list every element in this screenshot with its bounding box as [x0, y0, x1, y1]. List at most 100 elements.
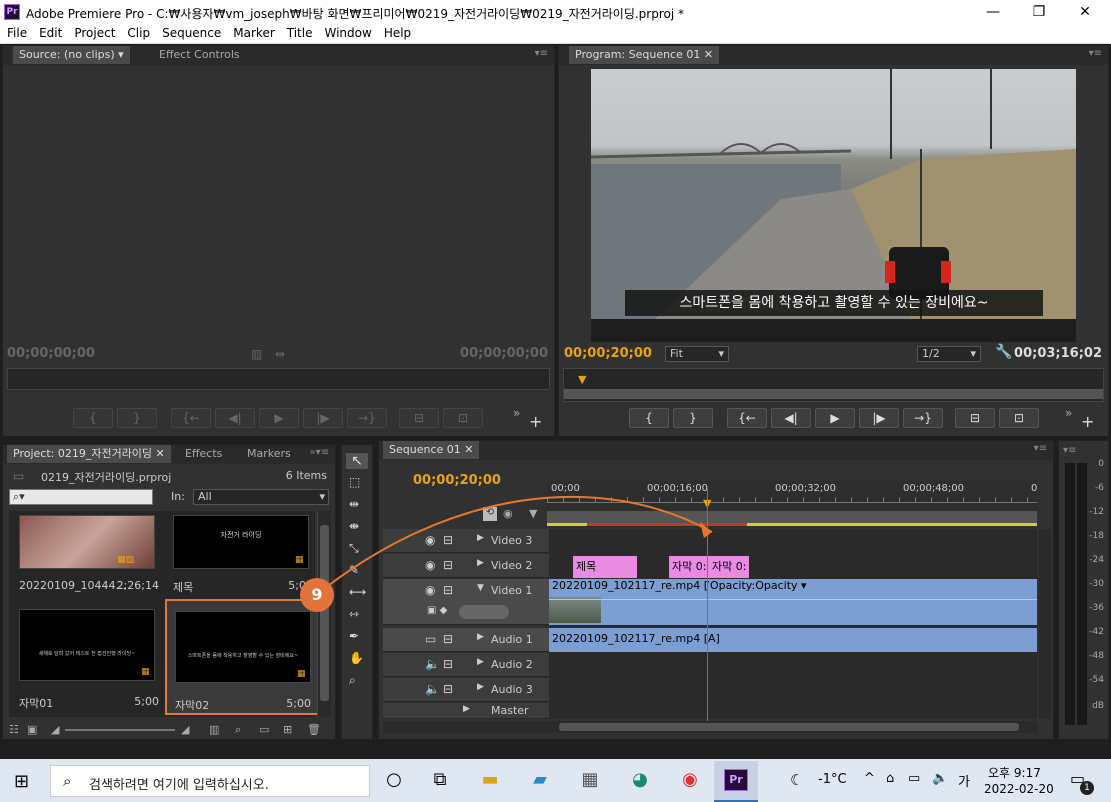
menu-window[interactable]: Window — [317, 24, 376, 40]
cortana-icon[interactable]: ○ — [378, 765, 410, 795]
hand-tool-icon[interactable]: ✋ — [349, 651, 364, 665]
calculator-icon[interactable]: ▦ — [574, 765, 606, 795]
trash-icon[interactable]: 🗑 — [307, 723, 321, 736]
ime-indicator[interactable]: 가 — [958, 771, 970, 790]
new-item-icon[interactable]: ⊞ — [283, 723, 292, 736]
tab-effect-controls[interactable]: Effect Controls — [153, 46, 246, 64]
thumbnail-size-slider[interactable] — [65, 729, 175, 731]
edge-icon[interactable]: ◕ — [624, 765, 656, 795]
file-explorer-icon[interactable]: ▬ — [474, 765, 506, 795]
zoom-select[interactable]: Fit ▾ — [665, 346, 729, 362]
menu-title[interactable]: Title — [280, 24, 318, 40]
play-button[interactable]: ▶ — [815, 408, 855, 428]
timeline-scrollbar[interactable] — [383, 721, 1037, 733]
lock-icon[interactable]: ⊟ — [443, 657, 453, 671]
source-scrub-bar[interactable] — [7, 368, 550, 390]
add-button-icon[interactable]: + — [1081, 412, 1094, 431]
expand-icon[interactable]: ▶ — [477, 657, 484, 667]
zoom-scroll-bar[interactable] — [564, 389, 1103, 399]
speaker-icon[interactable]: 🔈 — [425, 682, 440, 696]
mark-in-button[interactable]: { — [629, 408, 669, 428]
find-icon[interactable]: ⌕ — [235, 723, 241, 737]
program-scrub-bar[interactable]: ▼ — [563, 368, 1104, 402]
project-item[interactable]: ▦▧ 20220109_10444... 2;26;14 — [13, 513, 163, 597]
step-forward-button[interactable]: |▶ — [303, 408, 343, 428]
selection-tool-icon[interactable]: ↖ — [346, 453, 368, 469]
project-item[interactable]: 자전거 라이딩 ▦ 제목 5;00 — [167, 513, 317, 597]
meet-icon[interactable]: ⌂ — [886, 771, 894, 786]
new-bin-icon[interactable]: ▭ — [259, 723, 269, 736]
go-to-in-button[interactable]: {← — [727, 408, 767, 428]
clock-date[interactable]: 2022-02-20 — [984, 782, 1054, 796]
automate-icon[interactable]: ▥ — [209, 723, 219, 736]
project-item-selected[interactable]: 스마트폰을 몸에 착용하고 촬영할 수 있는 장비에요~ ▦ 자막02 5;00 — [165, 599, 319, 715]
minimize-button[interactable]: — — [970, 0, 1016, 24]
speaker-icon[interactable]: 🔈 — [425, 657, 440, 671]
icon-view-icon[interactable]: ▣ — [27, 723, 37, 736]
mark-out-button[interactable]: } — [117, 408, 157, 428]
close-button[interactable]: ✕ — [1062, 0, 1108, 24]
project-search-input[interactable]: ⌕▾ — [9, 489, 153, 505]
task-view-icon[interactable]: ⧉ — [424, 765, 456, 795]
resolution-select[interactable]: 1/2 ▾ — [917, 346, 981, 362]
expand-icon[interactable]: ▶ — [463, 704, 470, 714]
taskbar-search-box[interactable]: ⌕ 검색하려면 여기에 입력하십시오. — [50, 765, 370, 797]
project-item[interactable]: 새해로 달려 갔어 테스트 전 접선진행 라이딩~ ▦ 자막01 5;00 — [13, 603, 163, 713]
panel-menu-icon[interactable]: ▾≡ — [1089, 48, 1102, 59]
zoom-in-icon[interactable]: ◢ — [181, 723, 189, 736]
panel-menu-icon[interactable]: »▾≡ — [309, 447, 329, 458]
tab-source[interactable]: Source: (no clips) ▾ — [13, 46, 130, 64]
lock-icon[interactable]: ⊟ — [443, 632, 453, 646]
overwrite-button[interactable]: ⊡ — [443, 408, 483, 428]
panel-menu-icon[interactable]: ▾≡ — [535, 48, 548, 59]
lock-icon[interactable]: ⊟ — [443, 682, 453, 696]
expand-icon[interactable]: ▶ — [477, 632, 484, 642]
clock-time[interactable]: 오후 9:17 — [988, 764, 1041, 781]
more-icon[interactable]: » — [1065, 406, 1072, 420]
windows-start-icon[interactable]: ⊞ — [14, 771, 29, 792]
safe-margins-icon[interactable]: ▥ — [251, 347, 262, 361]
network-icon[interactable]: ▭ — [908, 771, 920, 786]
volume-icon[interactable]: 🔈 — [932, 771, 948, 786]
menu-file[interactable]: File — [0, 24, 32, 40]
step-back-button[interactable]: ◀| — [771, 408, 811, 428]
tab-project[interactable]: Project: 0219_자전거라이딩 ✕ — [7, 445, 171, 463]
list-view-icon[interactable]: ☷ — [9, 723, 19, 736]
tab-sequence[interactable]: Sequence 01 ✕ — [383, 441, 480, 459]
step-forward-button[interactable]: |▶ — [859, 408, 899, 428]
tab-effects[interactable]: Effects — [179, 445, 228, 463]
menu-clip[interactable]: Clip — [120, 24, 155, 40]
audio-clip[interactable]: 20220109_102117_re.mp4 [A] — [549, 628, 1037, 652]
chevron-up-icon[interactable]: ^ — [864, 771, 875, 786]
go-to-out-button[interactable]: →} — [347, 408, 387, 428]
insert-button[interactable]: ⊟ — [399, 408, 439, 428]
mark-out-button[interactable]: } — [673, 408, 713, 428]
lift-button[interactable]: ⊟ — [955, 408, 995, 428]
scroll-thumb[interactable] — [559, 723, 1019, 731]
program-timecode-current[interactable]: 00;00;20;00 — [564, 346, 652, 361]
playhead-marker-icon[interactable]: ▼ — [578, 373, 586, 386]
step-back-button[interactable]: ◀| — [215, 408, 255, 428]
menu-marker[interactable]: Marker — [226, 24, 279, 40]
panel-menu-icon[interactable]: ▾≡ — [1063, 445, 1076, 456]
maximize-button[interactable]: ❐ — [1016, 0, 1062, 24]
weather-temp[interactable]: -1°C — [818, 772, 847, 787]
menu-project[interactable]: Project — [67, 24, 120, 40]
tab-markers[interactable]: Markers — [241, 445, 297, 463]
expand-icon[interactable]: ▶ — [477, 682, 484, 692]
speaker-icon[interactable]: ▭ — [425, 632, 436, 646]
go-to-out-button[interactable]: →} — [903, 408, 943, 428]
extract-button[interactable]: ⊡ — [999, 408, 1039, 428]
tab-program[interactable]: Program: Sequence 01 ✕ — [569, 46, 720, 64]
chrome-icon[interactable]: ◉ — [674, 765, 706, 795]
menu-sequence[interactable]: Sequence — [155, 24, 226, 40]
notepad-icon[interactable]: ▰ — [524, 765, 556, 795]
mark-in-button[interactable]: { — [73, 408, 113, 428]
panel-menu-icon[interactable]: ▾≡ — [1034, 443, 1047, 454]
pen-tool-icon[interactable]: ✒ — [349, 629, 359, 643]
wrench-icon[interactable]: 🔧 — [995, 344, 1012, 360]
menu-help[interactable]: Help — [377, 24, 416, 40]
timeline-vscrollbar[interactable] — [1039, 529, 1051, 719]
play-button[interactable]: ▶ — [259, 408, 299, 428]
add-button-icon[interactable]: + — [529, 412, 542, 431]
